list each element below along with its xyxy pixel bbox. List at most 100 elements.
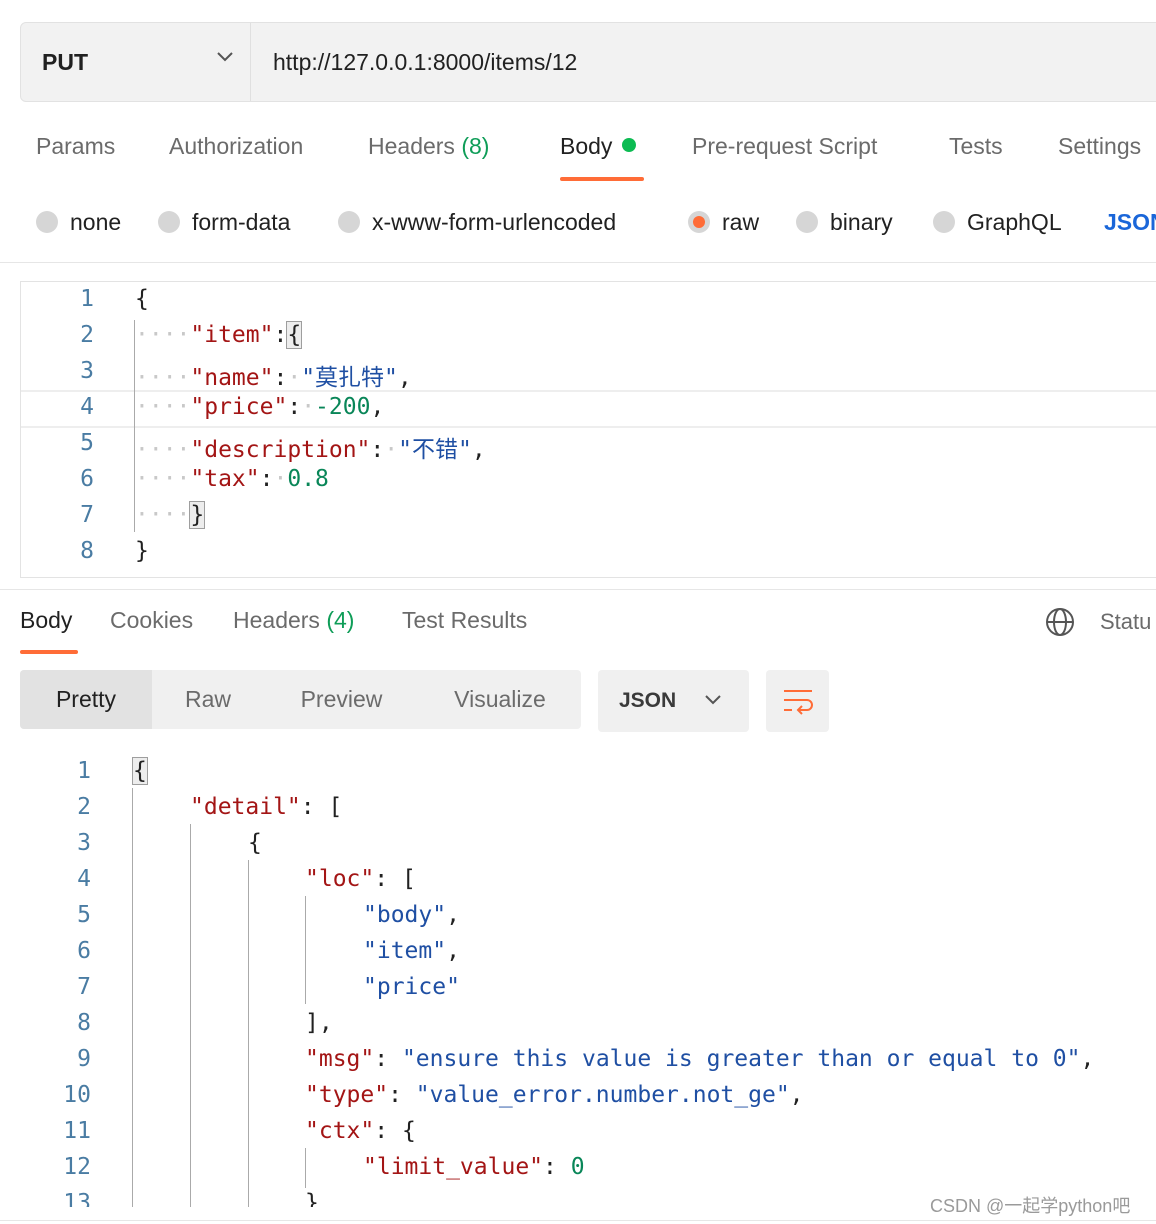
line-number: 1 (77, 758, 91, 784)
json-string: "ensure this value is greater than or eq… (401, 1046, 1081, 1072)
brace: { (135, 286, 149, 312)
code-line: ····"name":·"莫扎特", (135, 365, 412, 391)
json-string: "body" (363, 902, 447, 928)
indent-guide (305, 1148, 306, 1188)
format-label: JSON (619, 689, 677, 712)
line-number: 4 (80, 394, 94, 420)
view-raw-button[interactable]: Raw (152, 670, 264, 729)
radio-circle (36, 211, 58, 233)
radio-circle (338, 211, 360, 233)
tab-headers[interactable]: Headers (8) (368, 133, 489, 160)
json-key: "loc" (305, 866, 375, 892)
headers-count: (4) (326, 607, 355, 633)
radio-label: raw (722, 208, 760, 235)
line-number: 8 (77, 1010, 91, 1036)
code-line: "detail": [ (190, 794, 343, 820)
brace: { (286, 321, 303, 349)
brace: } (135, 538, 149, 564)
watermark: CSDN @一起学python吧 (930, 1196, 1131, 1216)
line-number: 3 (77, 830, 91, 856)
json-key: "name" (190, 365, 274, 391)
chevron-down-icon (705, 695, 721, 705)
tab-label: Settings (1058, 133, 1142, 159)
line-number: 2 (77, 794, 91, 820)
tab-label: Headers (233, 607, 320, 633)
radio-raw[interactable]: raw (688, 204, 759, 240)
code-line: { (248, 830, 262, 856)
tab-label: Test Results (402, 607, 528, 633)
tab-label: Authorization (169, 133, 304, 159)
line-number: 5 (77, 902, 91, 928)
radio-binary[interactable]: binary (796, 204, 893, 240)
line-number: 3 (80, 358, 94, 384)
radio-x-www-form-urlencoded[interactable]: x-www-form-urlencoded (338, 204, 616, 240)
url-input[interactable]: http://127.0.0.1:8000/items/12 (273, 23, 577, 101)
wrap-lines-button[interactable] (766, 670, 829, 732)
response-body-viewer[interactable]: 1 2 3 4 5 6 7 8 9 10 11 12 13 { "detail"… (0, 752, 1156, 1207)
brace: } (189, 501, 206, 529)
chevron-down-icon (217, 52, 233, 62)
code-line: "type": "value_error.number.not_ge", (305, 1082, 804, 1108)
response-format-select[interactable]: JSON (598, 670, 749, 732)
response-tab-cookies[interactable]: Cookies (110, 607, 193, 634)
tab-authorization[interactable]: Authorization (169, 133, 303, 160)
method-select[interactable]: PUT (21, 23, 251, 101)
tab-label: Tests (949, 133, 1003, 159)
status-label: Statu (1100, 609, 1152, 634)
tab-body[interactable]: Body (560, 133, 637, 160)
tab-params[interactable]: Params (36, 133, 115, 160)
view-preview-button[interactable]: Preview (264, 670, 419, 729)
json-key: "tax" (190, 466, 260, 492)
radio-form-data[interactable]: form-data (158, 204, 290, 240)
tab-label: Body (560, 133, 613, 159)
code-line: "ctx": { (305, 1118, 416, 1144)
globe-icon[interactable] (1045, 607, 1075, 637)
line-number: 1 (80, 286, 94, 312)
view-visualize-button[interactable]: Visualize (419, 670, 581, 729)
code-line: ], (305, 1010, 333, 1036)
tab-settings[interactable]: Settings (1058, 133, 1141, 160)
code-line: { (132, 757, 148, 785)
indent-guide (248, 860, 249, 1207)
json-key: "item" (190, 322, 274, 348)
active-tab-indicator (560, 177, 644, 181)
response-tab-body[interactable]: Body (20, 607, 72, 634)
tab-tests[interactable]: Tests (949, 133, 1003, 160)
code-line: ····"description":·"不错", (135, 437, 486, 463)
response-view-selector: Pretty Raw Preview Visualize (20, 670, 581, 729)
body-format-dropdown[interactable]: JSON (1104, 204, 1156, 240)
brace: { (248, 830, 262, 856)
code-line: ····"price":·-200, (135, 394, 385, 420)
radio-label: form-data (192, 208, 291, 235)
body-active-dot (622, 138, 637, 152)
line-number: 2 (80, 322, 94, 348)
tab-label: Headers (368, 133, 455, 159)
bracket: ], (305, 1010, 333, 1036)
line-number: 5 (80, 430, 94, 456)
code-line: } (135, 538, 149, 564)
divider (0, 589, 1156, 590)
view-pretty-button[interactable]: Pretty (20, 670, 152, 729)
json-string: "value_error.number.not_ge" (415, 1082, 790, 1108)
radio-none[interactable]: none (36, 204, 121, 240)
method-label: PUT (42, 48, 88, 75)
radio-label: x-www-form-urlencoded (372, 208, 617, 235)
radio-graphql[interactable]: GraphQL (933, 204, 1062, 240)
response-tab-test-results[interactable]: Test Results (402, 607, 527, 634)
code-line: ····"item":{ (135, 321, 303, 349)
tab-label: Cookies (110, 607, 194, 633)
line-number: 8 (80, 538, 94, 564)
json-string: "莫扎特" (301, 365, 398, 391)
line-number: 6 (80, 466, 94, 492)
code-line: "item", (363, 938, 460, 964)
code-line: ····"tax":·0.8 (135, 466, 329, 492)
response-tab-headers[interactable]: Headers (4) (233, 607, 354, 634)
request-body-editor[interactable]: 1 2 3 4 5 6 7 8 { ····"item":{ ····"name… (20, 281, 1156, 578)
wrap-lines-icon (783, 690, 813, 715)
divider (0, 1220, 1156, 1221)
code-line: ····} (135, 501, 206, 529)
indent-guide (134, 320, 135, 532)
json-number: -200 (315, 394, 371, 420)
tab-label: Body (20, 607, 73, 633)
tab-pre-request-script[interactable]: Pre-request Script (692, 133, 877, 160)
